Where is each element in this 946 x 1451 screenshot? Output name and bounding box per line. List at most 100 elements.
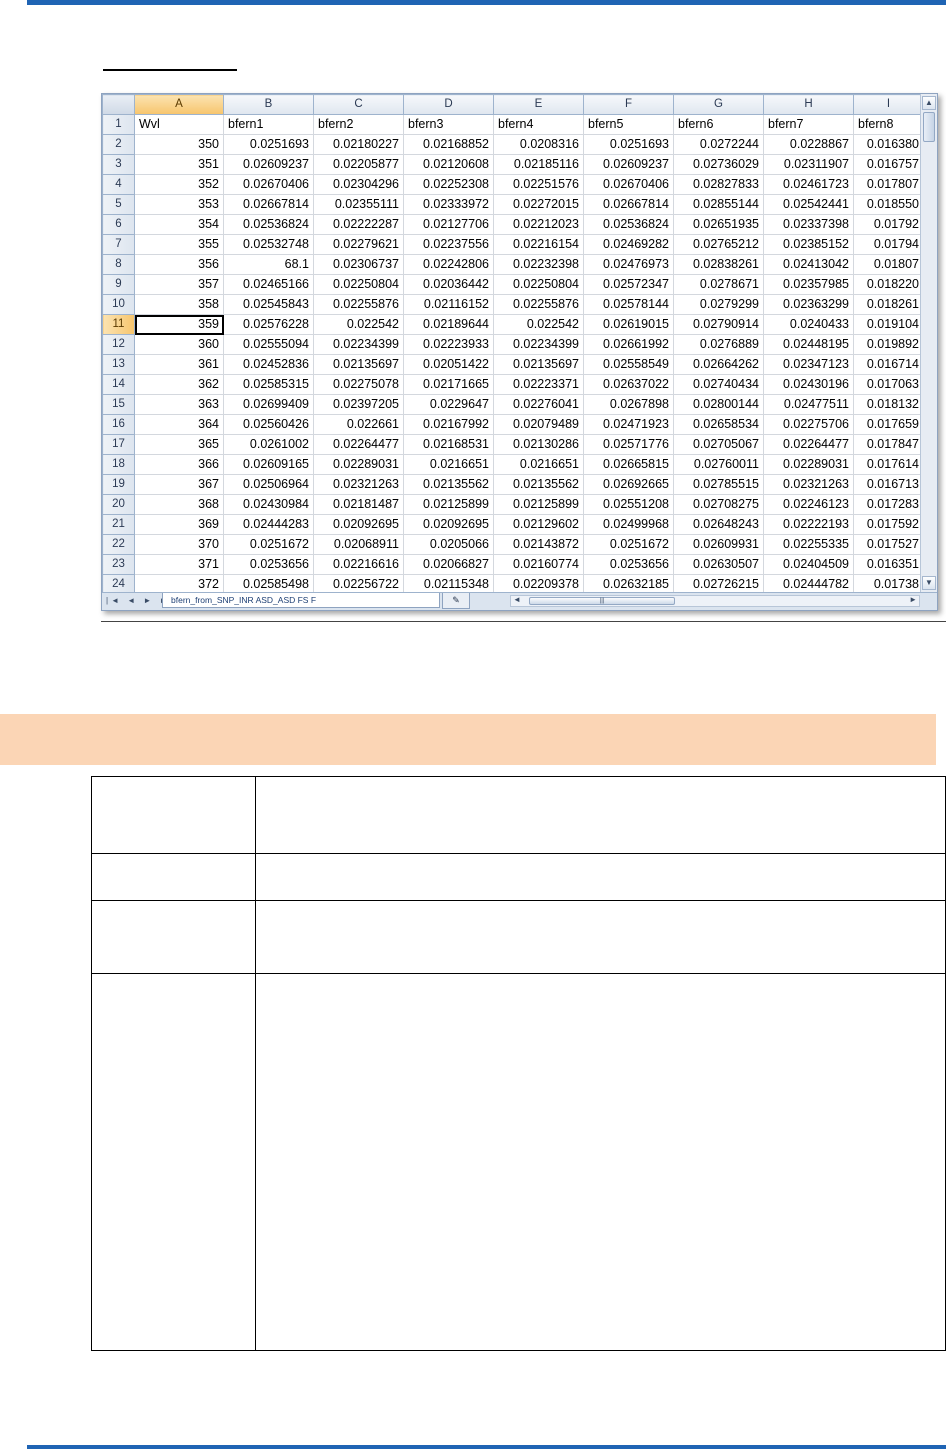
table-cell[interactable]: 0.02306737	[313, 254, 404, 275]
table-cell[interactable]: 0.02222193	[763, 514, 854, 535]
table-cell[interactable]: 0.0253656	[583, 554, 674, 575]
table-cell[interactable]: 0.02630507	[673, 554, 764, 575]
table-cell[interactable]: 368	[134, 494, 224, 515]
table-cell[interactable]: 0.02168531	[403, 434, 494, 455]
row-header[interactable]: 8	[102, 254, 135, 275]
table-cell[interactable]: 0.022542	[493, 314, 584, 335]
table-cell[interactable]: 0.0208316	[493, 134, 584, 155]
table-cell[interactable]: 0.0216651	[403, 454, 494, 475]
insert-worksheet-icon[interactable]: ✎	[442, 593, 470, 609]
table-cell[interactable]: 361	[134, 354, 224, 375]
table-cell[interactable]: 0.0228867	[763, 134, 854, 155]
table-cell[interactable]: 0.02143872	[493, 534, 584, 555]
table-cell[interactable]: 0.02736029	[673, 154, 764, 175]
row-header[interactable]: 2	[102, 134, 135, 155]
row-header[interactable]: 14	[102, 374, 135, 395]
table-cell[interactable]: 0.02692665	[583, 474, 674, 495]
table-cell[interactable]: 0.02790914	[673, 314, 764, 335]
scroll-left-icon[interactable]: ◄	[513, 595, 521, 604]
table-cell[interactable]: 0.02448195	[763, 334, 854, 355]
table-cell[interactable]: 362	[134, 374, 224, 395]
table-cell[interactable]: 360	[134, 334, 224, 355]
table-cell[interactable]: 0.018550	[853, 194, 924, 215]
table-cell[interactable]: 0.02609237	[223, 154, 314, 175]
column-header[interactable]: E	[493, 94, 584, 115]
table-cell[interactable]: 0.02125899	[493, 494, 584, 515]
table-cell[interactable]: 0.02205877	[313, 154, 404, 175]
row-header[interactable]: 13	[102, 354, 135, 375]
table-cell[interactable]: 0.02542441	[763, 194, 854, 215]
table-cell[interactable]: 0.02469282	[583, 234, 674, 255]
table-cell[interactable]: 354	[134, 214, 224, 235]
row-header[interactable]: 5	[102, 194, 135, 215]
table-cell[interactable]: bfern8	[853, 114, 924, 135]
table-cell[interactable]: 0.02222287	[313, 214, 404, 235]
table-cell[interactable]: 0.02740434	[673, 374, 764, 395]
table-cell[interactable]: 0.02216616	[313, 554, 404, 575]
table-cell[interactable]: 0.02160774	[493, 554, 584, 575]
table-cell[interactable]: 0.02167992	[403, 414, 494, 435]
table-cell[interactable]: 0.02609237	[583, 154, 674, 175]
table-cell[interactable]: 0.016380	[853, 134, 924, 155]
table-cell[interactable]: 0.02171665	[403, 374, 494, 395]
table-cell[interactable]: 0.0251672	[583, 534, 674, 555]
row-header[interactable]: 20	[102, 494, 135, 515]
table-cell[interactable]: Wvl	[134, 114, 224, 135]
table-cell[interactable]: 0.02765212	[673, 234, 764, 255]
table-cell[interactable]: bfern6	[673, 114, 764, 135]
table-cell[interactable]: 0.022542	[313, 314, 404, 335]
table-cell[interactable]: 0.0251693	[583, 134, 674, 155]
table-cell[interactable]: 0.02609165	[223, 454, 314, 475]
table-cell[interactable]: 0.02321263	[763, 474, 854, 495]
table-cell[interactable]: 0.016757	[853, 154, 924, 175]
row-header[interactable]: 19	[102, 474, 135, 495]
row-header[interactable]: 18	[102, 454, 135, 475]
row-header[interactable]: 11	[102, 314, 135, 335]
table-cell[interactable]: 369	[134, 514, 224, 535]
table-cell[interactable]: 0.017527	[853, 534, 924, 555]
table-cell[interactable]: 0.02658534	[673, 414, 764, 435]
table-cell[interactable]: 0.02576228	[223, 314, 314, 335]
table-cell[interactable]: 0.02827833	[673, 174, 764, 195]
table-cell[interactable]: 0.017807	[853, 174, 924, 195]
horizontal-scroll-thumb[interactable]: |||	[529, 597, 675, 605]
table-cell[interactable]: 371	[134, 554, 224, 575]
table-cell[interactable]: 0.02506964	[223, 474, 314, 495]
table-cell[interactable]: 0.02571776	[583, 434, 674, 455]
table-cell[interactable]: 0.02250804	[493, 274, 584, 295]
table-cell[interactable]: 0.02560426	[223, 414, 314, 435]
table-cell[interactable]: 0.02135562	[493, 474, 584, 495]
table-cell[interactable]: 366	[134, 454, 224, 475]
table-cell[interactable]: 0.02237556	[403, 234, 494, 255]
table-cell[interactable]: 0.02555094	[223, 334, 314, 355]
table-cell[interactable]: 359	[134, 314, 224, 335]
table-cell[interactable]: 0.02578144	[583, 294, 674, 315]
table-cell[interactable]: 0.0279299	[673, 294, 764, 315]
table-cell[interactable]: 0.02558549	[583, 354, 674, 375]
table-cell[interactable]: 0.017063	[853, 374, 924, 395]
table-cell[interactable]: 0.01792	[853, 214, 924, 235]
row-header[interactable]: 10	[102, 294, 135, 315]
table-cell[interactable]: 0.02452836	[223, 354, 314, 375]
table-cell[interactable]: 0.02092695	[403, 514, 494, 535]
row-header[interactable]: 16	[102, 414, 135, 435]
table-cell[interactable]: 0.02185116	[493, 154, 584, 175]
table-cell[interactable]: 0.02785515	[673, 474, 764, 495]
table-cell[interactable]: 0.02585315	[223, 374, 314, 395]
row-header[interactable]: 21	[102, 514, 135, 535]
table-cell[interactable]: 0.02800144	[673, 394, 764, 415]
scroll-up-icon[interactable]: ▲	[922, 96, 936, 110]
table-cell[interactable]: 0.02670406	[223, 174, 314, 195]
table-cell[interactable]: 0.0251693	[223, 134, 314, 155]
table-cell[interactable]: 358	[134, 294, 224, 315]
table-cell[interactable]: 0.02289031	[313, 454, 404, 475]
table-cell[interactable]: 0.0267898	[583, 394, 674, 415]
row-header[interactable]: 7	[102, 234, 135, 255]
table-cell[interactable]: 0.02465166	[223, 274, 314, 295]
table-cell[interactable]: 0.02499968	[583, 514, 674, 535]
table-cell[interactable]: 0.02079489	[493, 414, 584, 435]
row-header[interactable]: 22	[102, 534, 135, 555]
table-cell[interactable]: 0.02223371	[493, 374, 584, 395]
table-cell[interactable]: 0.022661	[313, 414, 404, 435]
table-cell[interactable]: 0.02223933	[403, 334, 494, 355]
